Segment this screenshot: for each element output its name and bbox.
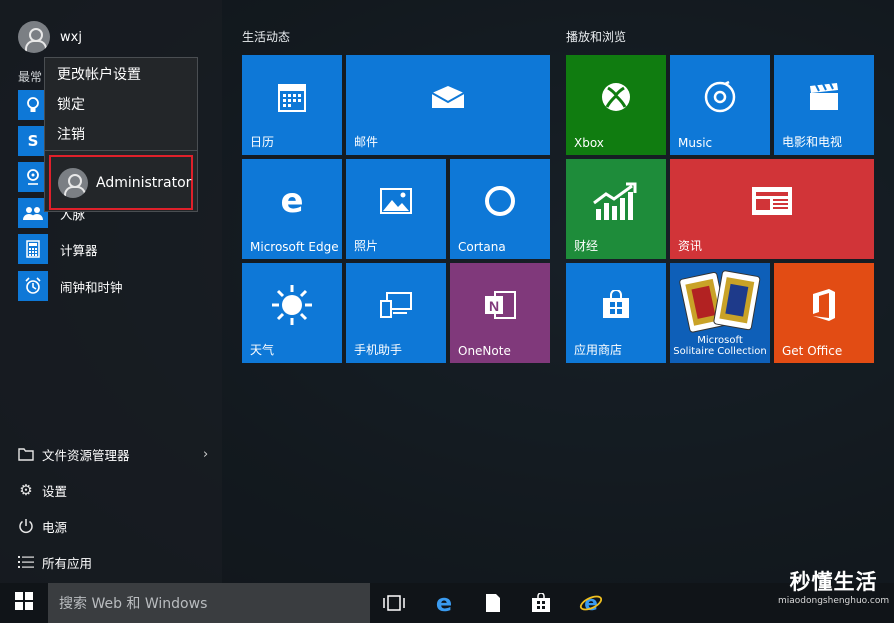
tile-calendar[interactable]: 日历 [242,55,342,155]
calculator-icon [18,234,48,264]
onenote-icon: N [450,263,550,347]
list-icon [18,554,34,570]
taskbar-search-box[interactable]: 搜索 Web 和 Windows [48,583,370,623]
menu-lock[interactable]: 锁定 [57,94,85,114]
tile-solitaire[interactable]: Microsoft Solitaire Collection [670,263,770,363]
app-item-calculator[interactable]: 计算器 [18,234,98,264]
tile-label-line1: Microsoft [697,335,743,346]
store-icon [566,263,666,347]
tile-phone-companion[interactable]: 手机助手 [346,263,446,363]
all-apps-item[interactable]: 所有应用 [18,552,92,572]
switch-user-administrator[interactable]: Administrator [49,155,193,210]
svg-text:N: N [489,298,499,314]
tile-cortana[interactable]: Cortana [450,159,550,259]
tile-news[interactable]: 资讯 [670,159,874,259]
administrator-avatar [58,167,88,198]
solitaire-icon [670,263,770,337]
tile-xbox[interactable]: Xbox [566,55,666,155]
all-apps-label: 所有应用 [42,555,93,571]
edge-icon[interactable]: e [432,589,456,617]
music-icon [670,55,770,139]
app-label: 计算器 [60,242,98,258]
cortana-icon [450,159,550,243]
file-explorer-label: 文件资源管理器 [42,447,130,463]
folder-icon [18,446,34,462]
tile-label: OneNote [458,344,511,358]
tile-label: 财经 [574,239,599,253]
tile-finance[interactable]: 财经 [566,159,666,259]
phone-companion-icon [346,263,446,347]
tile-label: 邮件 [354,135,379,149]
news-icon [670,159,874,243]
file-explorer-item[interactable]: 文件资源管理器 [18,444,130,464]
calendar-icon [242,55,342,139]
menu-divider [45,150,197,151]
tile-label: 电影和电视 [782,135,843,149]
user-avatar [18,21,50,53]
tile-movies-tv[interactable]: 电影和电视 [774,55,874,155]
chevron-right-icon[interactable]: › [203,447,208,462]
tile-mail[interactable]: 邮件 [346,55,550,155]
windows-logo-icon [15,592,33,614]
app-item-alarms[interactable]: 闹钟和时钟 [18,271,123,301]
tile-label: Microsoft Solitaire Collection [670,335,770,357]
tile-edge[interactable]: e Microsoft Edge [242,159,342,259]
movies-icon [774,55,874,139]
tile-label: Microsoft Edge [250,240,339,254]
power-label: 电源 [42,519,68,535]
tile-label-line2: Solitaire Collection [673,346,767,357]
tile-label: 资讯 [678,239,703,253]
alarm-icon [18,271,48,301]
most-used-label: 最常 [18,70,43,84]
task-view-icon[interactable] [382,591,406,615]
tile-label: Xbox [574,136,604,150]
taskbar: 搜索 Web 和 Windows e e [0,583,894,623]
tile-store[interactable]: 应用商店 [566,263,666,363]
tile-get-office[interactable]: Get Office [774,263,874,363]
settings-label: 设置 [42,483,68,499]
office-icon [774,263,874,347]
file-icon[interactable] [481,591,505,615]
weather-icon [242,263,342,347]
power-icon [18,518,34,534]
settings-item[interactable]: ⚙ 设置 [18,480,67,500]
tile-label: 手机助手 [354,343,403,357]
mail-icon [346,55,550,139]
menu-sign-out[interactable]: 注销 [57,124,85,144]
start-menu: wxj 最常 S 人脉 计算器 闹钟和时钟 文件资源管理器 › ⚙ 设置 电源 … [0,0,894,583]
gear-icon: ⚙ [19,481,33,499]
tile-label: Get Office [782,344,843,358]
svg-text:e: e [584,591,598,615]
tile-label: 天气 [250,343,275,357]
account-popup-menu: 更改帐户设置 锁定 注销 Administrator [44,57,198,212]
xbox-icon [566,55,666,139]
tile-label: Music [678,136,713,150]
switch-user-label: Administrator [96,174,192,191]
menu-change-account-settings[interactable]: 更改帐户设置 [57,64,141,84]
edge-icon: e [280,181,304,221]
start-button[interactable] [0,583,48,623]
search-placeholder: 搜索 Web 和 Windows [59,596,208,612]
tile-label: 应用商店 [574,343,623,357]
user-name: wxj [60,29,82,45]
tile-music[interactable]: Music [670,55,770,155]
tile-label: 日历 [250,135,275,149]
power-item[interactable]: 电源 [18,516,67,536]
group-title-life: 生活动态 [242,30,291,44]
app-label: 闹钟和时钟 [60,279,123,295]
store-icon[interactable] [529,591,553,615]
finance-icon [566,159,666,243]
watermark: 秒懂生活 miaodongshenghuo.com [778,566,889,606]
watermark-title: 秒懂生活 [789,570,878,594]
tile-label: 照片 [354,239,379,253]
ie-icon[interactable]: e [579,591,603,615]
photos-icon [346,159,446,243]
user-account-button[interactable]: wxj [18,21,82,53]
tile-photos[interactable]: 照片 [346,159,446,259]
group-title-play: 播放和浏览 [566,30,627,44]
tile-label: Cortana [458,240,506,254]
tile-weather[interactable]: 天气 [242,263,342,363]
watermark-url: miaodongshenghuo.com [778,596,890,606]
tile-onenote[interactable]: N OneNote [450,263,550,363]
